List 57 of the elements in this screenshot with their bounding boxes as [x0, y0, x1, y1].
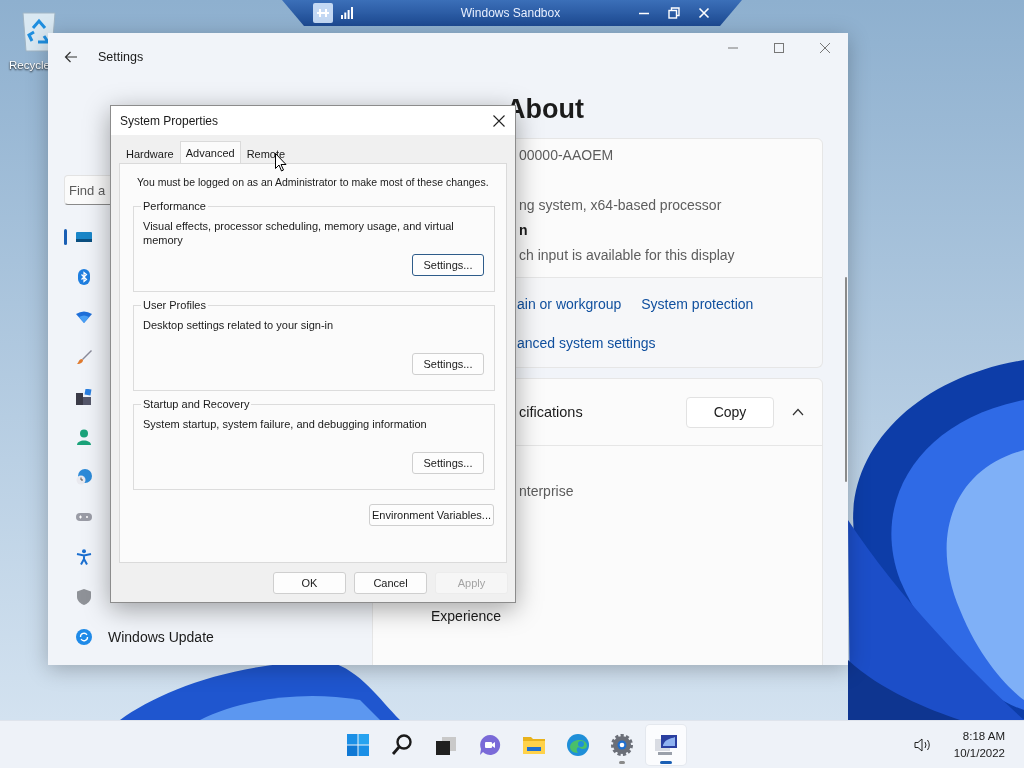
restore-icon[interactable]	[668, 7, 680, 19]
scrollbar[interactable]	[845, 277, 847, 482]
signal-icon	[341, 7, 353, 19]
volume-icon[interactable]	[913, 737, 932, 753]
spec-label: n	[519, 222, 529, 238]
environment-variables-button[interactable]: Environment Variables...	[369, 504, 494, 526]
apps-icon[interactable]	[76, 389, 92, 405]
tab[interactable]: Hardware	[120, 144, 180, 163]
dialog-title: System Properties	[120, 113, 219, 128]
video-chat-icon	[478, 733, 502, 757]
spec-value: nterprise	[518, 483, 575, 499]
globe-clock-icon[interactable]	[76, 469, 92, 485]
spec-value: 00000-AAOEM	[519, 147, 615, 163]
settings-button[interactable]: Settings...	[412, 254, 484, 276]
sync-icon[interactable]	[76, 629, 92, 645]
group-description: Desktop settings related to your sign-in	[143, 318, 335, 333]
spec-value: ng system, x64-based processor	[519, 197, 723, 213]
bluetooth-icon[interactable]	[76, 269, 92, 285]
link[interactable]: anced system settings	[517, 335, 656, 351]
clock-time[interactable]: 8:18 AM	[953, 728, 1005, 745]
monitor-icon	[654, 733, 678, 757]
browser-icon	[566, 733, 590, 757]
search-icon	[390, 733, 414, 757]
copy-button[interactable]: Copy	[686, 396, 774, 428]
dialog-button[interactable]: Cancel	[354, 572, 427, 594]
wifi-icon[interactable]	[76, 309, 92, 325]
settings-button[interactable]: Settings...	[412, 353, 484, 375]
close-icon[interactable]	[493, 114, 505, 127]
group-title: Performance	[142, 200, 207, 212]
clock-date[interactable]: 10/1/2022	[953, 745, 1005, 762]
link[interactable]: System protection	[641, 296, 754, 312]
gear-icon	[610, 733, 634, 757]
group-title: Startup and Recovery	[142, 398, 251, 410]
group-description: Visual effects, processor scheduling, memory usage, and virtual memory	[143, 219, 455, 247]
spec-label: Experience	[430, 608, 503, 624]
dialog-button[interactable]: OK	[273, 572, 346, 594]
person-icon[interactable]	[76, 429, 92, 445]
group-description: System startup, system failure, and debugging information	[143, 417, 428, 432]
link[interactable]: ain or workgroup	[517, 296, 622, 312]
monitor-icon[interactable]	[76, 229, 92, 245]
accessibility-icon[interactable]	[76, 549, 92, 565]
brush-icon[interactable]	[76, 349, 92, 365]
spec-value: ch input is available for this display	[519, 247, 736, 263]
window-title: Windows Sandbox	[459, 6, 562, 20]
taskbar-button[interactable]	[646, 725, 686, 765]
chevron-icon[interactable]	[792, 408, 804, 416]
window-title: Settings	[98, 50, 144, 64]
tab[interactable]: Advanced	[179, 141, 241, 163]
section-title: cifications	[519, 404, 583, 420]
windows-icon	[346, 733, 370, 757]
settings-button[interactable]: Settings...	[412, 452, 484, 474]
group-title: User Profiles	[142, 299, 207, 311]
notice-text: You must be logged on as an Administrator to make most of these changes.	[136, 176, 490, 188]
shield-icon[interactable]	[76, 589, 92, 605]
tab[interactable]: Remote	[240, 144, 292, 163]
nav-item[interactable]: Windows Update	[108, 629, 214, 645]
back-icon[interactable]	[64, 50, 78, 64]
